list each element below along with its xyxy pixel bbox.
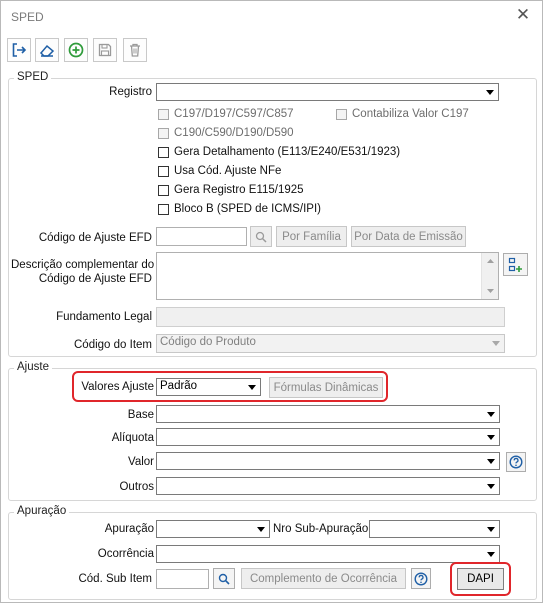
search-icon (255, 231, 267, 243)
trash-icon (130, 43, 140, 57)
chevron-down-icon (245, 380, 259, 394)
ocorrencia-label: Ocorrência (97, 548, 154, 560)
scroll-down-icon[interactable] (482, 283, 498, 299)
valores-ajuste-label: Valores Ajuste (81, 381, 154, 393)
chevron-down-icon (484, 454, 498, 468)
complemento-ocorrencia-button[interactable]: Complemento de Ocorrência (241, 568, 406, 589)
exit-button[interactable] (7, 38, 31, 62)
checkbox-gera-registro-label: Gera Registro E115/1925 (174, 184, 304, 196)
checkbox-usa-cod-ajuste-label: Usa Cód. Ajuste NFe (174, 165, 282, 177)
codigo-item-select[interactable]: Código do Produto (156, 334, 505, 353)
close-icon[interactable]: ✕ (514, 6, 532, 24)
chevron-down-icon (484, 547, 498, 561)
help-icon (509, 455, 523, 469)
valor-select[interactable] (156, 452, 500, 470)
fundamento-legal-label: Fundamento Legal (56, 311, 152, 323)
checkbox-contabiliza-valor[interactable] (336, 109, 347, 120)
title-bar: SPED ✕ (1, 1, 542, 32)
descricao-textarea[interactable] (156, 252, 499, 300)
sped-group-label: SPED (14, 71, 52, 83)
cod-sub-item-search-button[interactable] (213, 568, 235, 589)
descricao-label-line-2: Código de Ajuste EFD (38, 273, 152, 285)
scroll-up-icon[interactable] (482, 253, 498, 269)
outros-label: Outros (119, 481, 154, 493)
descricao-add-button[interactable] (503, 253, 528, 276)
chevron-down-icon (484, 430, 498, 444)
descricao-label-line-1: Descrição complementar do (11, 259, 155, 271)
checkbox-bloco-b[interactable] (158, 204, 169, 215)
checkbox-gera-registro[interactable] (158, 185, 169, 196)
eraser-icon (39, 44, 55, 57)
complemento-help-button[interactable] (411, 568, 431, 589)
nro-sub-apuracao-select[interactable] (369, 520, 500, 538)
checkbox-c190-label: C190/C590/D190/D590 (174, 127, 294, 139)
checkbox-bloco-b-label: Bloco B (SPED de ICMS/IPI) (174, 203, 321, 215)
valores-ajuste-select[interactable]: Padrão (156, 378, 261, 396)
search-icon (218, 573, 230, 585)
checkbox-c197-label: C197/D197/C597/C857 (174, 108, 294, 120)
checkbox-gera-detalhamento-label: Gera Detalhamento (E113/E240/E531/1923) (174, 146, 401, 158)
delete-button[interactable] (123, 38, 147, 62)
help-icon (414, 571, 428, 586)
cod-sub-item-input[interactable] (156, 569, 209, 589)
valor-help-button[interactable] (506, 452, 526, 472)
aliquota-select[interactable] (156, 428, 500, 446)
registro-label: Registro (109, 86, 152, 98)
apuracao-group-label: Apuração (14, 505, 70, 517)
add-circle-icon (68, 42, 84, 58)
checkbox-c197[interactable] (158, 109, 169, 120)
add-button[interactable] (64, 38, 88, 62)
codigo-ajuste-label: Código de Ajuste EFD (38, 232, 152, 244)
por-familia-button[interactable]: Por Família (276, 226, 347, 247)
codigo-ajuste-search-button[interactable] (250, 226, 272, 247)
checkbox-c190[interactable] (158, 128, 169, 139)
add-list-icon (508, 257, 522, 272)
chevron-down-icon (483, 85, 497, 99)
checkbox-gera-detalhamento[interactable] (158, 147, 169, 158)
clear-button[interactable] (35, 38, 59, 62)
chevron-down-icon (254, 522, 268, 536)
chevron-down-icon (484, 522, 498, 536)
sped-dialog: SPED ✕ SPED Registro C197/D197/C597/C857… (0, 0, 543, 603)
codigo-item-label: Código do Item (74, 339, 152, 351)
apuracao-select[interactable] (156, 520, 270, 538)
registro-select[interactable] (156, 83, 499, 101)
chevron-down-icon (484, 479, 498, 493)
formulas-dinamicas-button[interactable]: Fórmulas Dinâmicas (269, 377, 383, 398)
save-icon (98, 43, 112, 57)
save-button[interactable] (93, 38, 117, 62)
checkbox-usa-cod-ajuste[interactable] (158, 166, 169, 177)
ajuste-group-label: Ajuste (14, 361, 52, 373)
dapi-button[interactable]: DAPI (457, 568, 504, 590)
apuracao-label: Apuração (104, 523, 154, 535)
base-select[interactable] (156, 405, 500, 423)
ocorrencia-select[interactable] (156, 545, 500, 563)
fundamento-legal-input[interactable] (156, 307, 505, 327)
chevron-down-icon (484, 407, 498, 421)
base-label: Base (127, 409, 154, 421)
nro-sub-apuracao-label: Nro Sub-Apuração (273, 523, 369, 535)
valor-label: Valor (128, 456, 154, 468)
outros-select[interactable] (156, 477, 500, 495)
window-title: SPED (11, 10, 44, 24)
exit-icon (12, 43, 27, 57)
cod-sub-item-label: Cód. Sub Item (78, 573, 152, 585)
por-data-emissao-button[interactable]: Por Data de Emissão (351, 226, 466, 247)
descricao-scrollbar[interactable] (481, 253, 498, 299)
chevron-down-icon (489, 336, 503, 350)
checkbox-contabiliza-valor-label: Contabiliza Valor C197 (352, 108, 469, 120)
codigo-ajuste-input[interactable] (156, 227, 247, 246)
aliquota-label: Alíquota (111, 432, 154, 444)
